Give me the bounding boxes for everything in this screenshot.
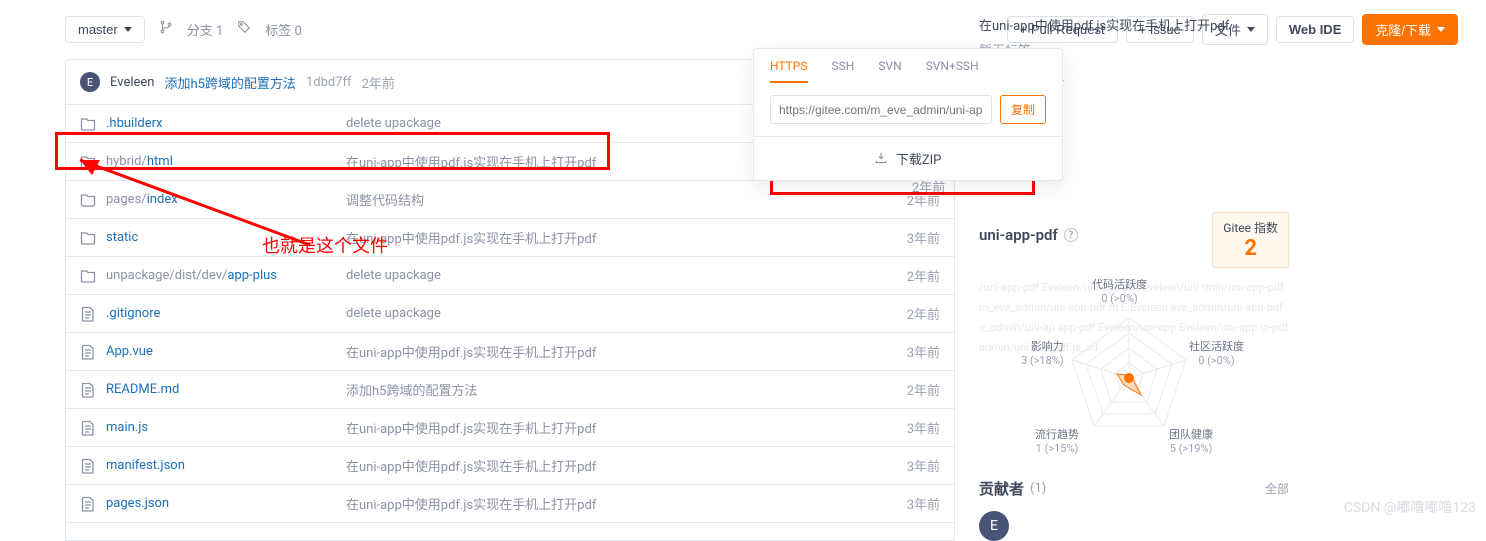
clone-label: 克隆/下载 xyxy=(1375,20,1431,39)
avatar[interactable]: E xyxy=(80,72,100,92)
folder-icon xyxy=(80,268,96,284)
contributor-avatar[interactable]: E xyxy=(979,511,1009,541)
branch-icon xyxy=(159,20,173,39)
radar-community-value: 0 (>0%) xyxy=(1189,354,1244,368)
file-time: 3年前 xyxy=(880,342,940,361)
clone-tabs: HTTPS SSH SVN SVN+SSH xyxy=(754,49,1062,83)
clone-url-input[interactable] xyxy=(770,95,992,124)
branch-selector[interactable]: master xyxy=(65,16,145,43)
branches-count[interactable]: 分支 1 xyxy=(187,20,224,39)
tab-svn[interactable]: SVN xyxy=(878,59,901,83)
radar-trend-label: 流行趋势 xyxy=(1035,428,1079,442)
file-commit-msg[interactable]: 在uni-app中使用pdf.js实现在手机上打开pdf xyxy=(346,418,880,437)
contributors-all-link[interactable]: 全部 xyxy=(1265,480,1289,497)
file-icon xyxy=(80,496,96,512)
download-zip-button[interactable]: 下载ZIP xyxy=(754,136,1062,180)
file-icon xyxy=(80,344,96,360)
file-time: 2年前 xyxy=(880,380,940,399)
file-time: 3年前 xyxy=(880,456,940,475)
file-commit-msg[interactable]: 在uni-app中使用pdf.js实现在手机上打开pdf xyxy=(346,228,880,247)
file-commit-msg[interactable]: delete upackage xyxy=(346,268,880,283)
file-row[interactable]: App.vue在uni-app中使用pdf.js实现在手机上打开pdf3年前 xyxy=(66,333,954,371)
download-zip-label: 下载ZIP xyxy=(896,153,942,168)
file-name[interactable]: .hbuilderx xyxy=(106,116,346,131)
file-time: 2年前 xyxy=(880,266,940,285)
gitee-index-label: Gitee 指数 xyxy=(1223,219,1278,236)
file-icon xyxy=(80,420,96,436)
folder-icon xyxy=(80,230,96,246)
commit-author[interactable]: Eveleen xyxy=(110,75,154,90)
clone-download-panel: HTTPS SSH SVN SVN+SSH 复制 下载ZIP xyxy=(753,48,1063,181)
tags-count[interactable]: 标签 0 xyxy=(265,20,302,39)
file-name[interactable]: hybrid/html xyxy=(106,154,346,169)
file-icon xyxy=(80,382,96,398)
watermark: CSDN @嘟噜嘟噜123 xyxy=(1344,497,1476,517)
radar-influence-label: 影响力 xyxy=(1021,340,1064,354)
gitee-index-value: 2 xyxy=(1223,236,1278,261)
branch-name: master xyxy=(78,22,118,37)
commit-time: 2年前 xyxy=(362,73,395,92)
download-icon xyxy=(875,153,890,168)
project-title: uni-app-pdf ? xyxy=(979,226,1212,244)
file-row[interactable]: pages/index调整代码结构2年前 xyxy=(66,181,954,219)
file-name[interactable]: pages/index xyxy=(106,192,346,207)
file-commit-msg[interactable]: 在uni-app中使用pdf.js实现在手机上打开pdf xyxy=(346,494,880,513)
file-commit-msg[interactable]: 添加h5跨域的配置方法 xyxy=(346,380,880,399)
file-row[interactable]: pages.json在uni-app中使用pdf.js实现在手机上打开pdf3年… xyxy=(66,485,954,523)
branch-meta: 分支 1 标签 0 xyxy=(159,20,302,39)
file-name[interactable]: main.js xyxy=(106,420,346,435)
file-time: 3年前 xyxy=(880,228,940,247)
folder-icon xyxy=(80,154,96,170)
radar-influence-value: 3 (>18%) xyxy=(1021,354,1064,368)
clone-download-button[interactable]: 克隆/下载 xyxy=(1362,14,1458,45)
caret-down-icon xyxy=(1437,27,1445,32)
file-time: 3年前 xyxy=(880,494,940,513)
help-icon[interactable]: ? xyxy=(1064,228,1078,242)
radar-trend-value: 1 (>15%) xyxy=(1035,442,1079,456)
file-name[interactable]: pages.json xyxy=(106,496,346,511)
file-commit-msg[interactable]: delete upackage xyxy=(346,306,880,321)
file-time: 3年前 xyxy=(880,418,940,437)
tab-ssh[interactable]: SSH xyxy=(832,59,855,83)
file-time: 2年前 xyxy=(880,304,940,323)
folder-icon xyxy=(80,192,96,208)
tag-icon xyxy=(237,20,251,39)
commit-hash[interactable]: 1dbd7ff xyxy=(306,75,352,90)
copy-button[interactable]: 复制 xyxy=(1000,95,1046,124)
file-commit-msg[interactable]: 调整代码结构 xyxy=(346,190,880,209)
radar-activity-label: 代码活跃度 xyxy=(1092,278,1147,292)
file-name[interactable]: App.vue xyxy=(106,344,346,359)
file-row[interactable]: static在uni-app中使用pdf.js实现在手机上打开pdf3年前 xyxy=(66,219,954,257)
file-row[interactable]: unpackage/dist/dev/app-plusdelete upacka… xyxy=(66,257,954,295)
file-icon xyxy=(80,458,96,474)
radar-team-value: 5 (>19%) xyxy=(1169,442,1213,456)
file-commit-msg[interactable]: 在uni-app中使用pdf.js实现在手机上打开pdf xyxy=(346,342,880,361)
contributors-count: (1) xyxy=(1030,481,1046,496)
tab-https[interactable]: HTTPS xyxy=(770,59,808,83)
file-commit-msg[interactable]: 在uni-app中使用pdf.js实现在手机上打开pdf xyxy=(346,456,880,475)
radar-team-label: 团队健康 xyxy=(1169,428,1213,442)
contributors-heading: 贡献者 (1) xyxy=(979,478,1046,499)
radar-chart: /uni-app-pdf Eveleen/uni-app-pdf Eveleen… xyxy=(979,278,1289,468)
gitee-index-badge[interactable]: Gitee 指数 2 xyxy=(1212,212,1289,268)
file-row[interactable]: .gitignoredelete upackage2年前 xyxy=(66,295,954,333)
file-name[interactable]: unpackage/dist/dev/app-plus xyxy=(106,268,346,283)
file-name[interactable]: static xyxy=(106,230,346,245)
radar-activity-value: 0 (>0%) xyxy=(1092,292,1147,306)
file-row[interactable]: README.md添加h5跨域的配置方法2年前 xyxy=(66,371,954,409)
folder-icon xyxy=(80,116,96,132)
file-name[interactable]: README.md xyxy=(106,382,346,397)
file-name[interactable]: .gitignore xyxy=(106,306,346,321)
file-name[interactable]: manifest.json xyxy=(106,458,346,473)
repo-description: 在uni-app中使用pdf.js实现在手机上打开pdf xyxy=(979,15,1289,34)
file-row[interactable]: main.js在uni-app中使用pdf.js实现在手机上打开pdf3年前 xyxy=(66,409,954,447)
commit-message[interactable]: 添加h5跨域的配置方法 xyxy=(164,73,295,92)
tab-svn-ssh[interactable]: SVN+SSH xyxy=(926,59,979,83)
file-row[interactable]: manifest.json在uni-app中使用pdf.js实现在手机上打开pd… xyxy=(66,447,954,485)
radar-community-label: 社区活跃度 xyxy=(1189,340,1244,354)
file-icon xyxy=(80,306,96,322)
caret-down-icon xyxy=(124,27,132,32)
